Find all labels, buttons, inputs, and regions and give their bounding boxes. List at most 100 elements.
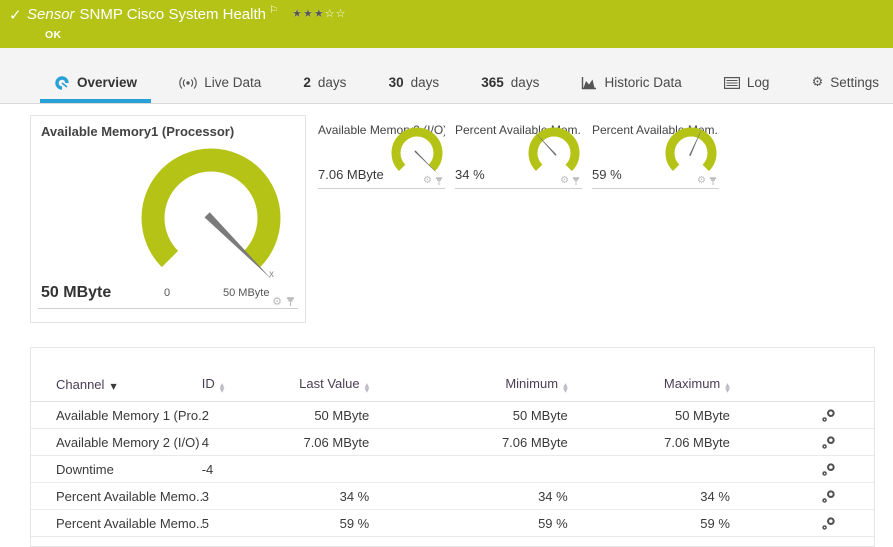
channel-id: 4 [202, 429, 291, 456]
status-badge: OK [45, 29, 61, 41]
live-data-icon [179, 76, 197, 90]
tab-historic-data[interactable]: Historic Data [567, 48, 695, 103]
channel-id: 5 [202, 510, 291, 537]
tab-label: Overview [77, 75, 137, 90]
sort-both-icon: ▲▼ [563, 383, 568, 393]
table-row: Available Memory 2 (I/O) 4 7.06 MByte 7.… [31, 429, 874, 456]
channel-name: Available Memory 1 (Pro... [31, 402, 202, 429]
tab-settings[interactable]: ⚙ Settings [798, 48, 893, 103]
tab-label: Settings [830, 75, 879, 90]
primary-gauge [131, 138, 291, 288]
priority-stars[interactable]: ★★★☆☆ [292, 8, 346, 20]
tab-bar: Overview Live Data 2 days 30 days 365 da… [0, 48, 893, 104]
minimum-value [369, 456, 567, 483]
gauge-value: 7.06 MByte [318, 167, 384, 182]
minimum-value: 50 MByte [369, 402, 567, 429]
table-row: Available Memory 1 (Pro... 2 50 MByte 50… [31, 402, 874, 429]
last-value [290, 456, 369, 483]
tile-divider [38, 308, 298, 309]
tab-label: days [511, 75, 540, 90]
tab-label: days [411, 75, 440, 90]
gear-icon: ⚙ [812, 75, 824, 90]
tab-live-data[interactable]: Live Data [165, 48, 275, 103]
edit-channel-icon[interactable] [821, 516, 836, 531]
gauge-scale-max: 50 MByte [223, 287, 269, 299]
channel-id: -4 [202, 456, 291, 483]
primary-gauge-tile: Available Memory1 (Processor) x 0 50 MBy… [30, 115, 306, 323]
column-header-id[interactable]: ID▲▼ [202, 348, 291, 402]
tab-label: Live Data [204, 75, 261, 90]
chart-icon [581, 76, 597, 90]
flag-icon: ⚐ [269, 5, 278, 16]
last-value: 59 % [290, 510, 369, 537]
gauge-tile-available-memory2: Available Memory2 (I/O) 7.06 MByte ⚙ [318, 117, 445, 189]
gauge-scale-min: 0 [164, 287, 170, 299]
gauge-value: 59 % [592, 167, 622, 182]
sort-both-icon: ▲▼ [365, 383, 370, 393]
tab-overview[interactable]: Overview [40, 48, 151, 103]
edit-channel-icon[interactable] [821, 462, 836, 477]
minimum-value: 7.06 MByte [369, 429, 567, 456]
gauge-tile-percent-memory-1: Percent Available Mem... 34 % ⚙ [455, 117, 582, 189]
status-check-icon: ✓ [9, 6, 22, 24]
channel-name: Percent Available Memo... [31, 510, 202, 537]
sort-both-icon: ▲▼ [220, 383, 225, 393]
log-icon [724, 77, 740, 89]
sort-both-icon: ▲▼ [725, 383, 730, 393]
tile-gear-icon[interactable]: ⚙ [697, 175, 706, 186]
column-header-minimum[interactable]: Minimum▲▼ [369, 348, 567, 402]
tab-label: Historic Data [604, 75, 681, 90]
edit-channel-icon[interactable] [821, 489, 836, 504]
star-empty-icons[interactable]: ☆☆ [325, 7, 347, 20]
tab-log[interactable]: Log [710, 48, 784, 103]
tile-divider [318, 188, 445, 189]
channel-id: 3 [202, 483, 291, 510]
tile-gear-icon[interactable]: ⚙ [272, 295, 282, 308]
needle-tip-marker: x [269, 269, 274, 280]
table-row: Downtime -4 [31, 456, 874, 483]
pin-icon[interactable] [435, 176, 443, 186]
tile-divider [592, 188, 719, 189]
tab-365-days[interactable]: 365 days [467, 48, 553, 103]
channel-name: Available Memory 2 (I/O) [31, 429, 202, 456]
gauge-icon [54, 75, 70, 91]
tab-30-days[interactable]: 30 days [375, 48, 454, 103]
star-filled-icons[interactable]: ★★★ [292, 7, 325, 20]
last-value: 34 % [290, 483, 369, 510]
gauge-title: Available Memory1 (Processor) [41, 124, 234, 139]
maximum-value: 34 % [568, 483, 730, 510]
tile-gear-icon[interactable]: ⚙ [423, 175, 432, 186]
edit-channel-icon[interactable] [821, 435, 836, 450]
channel-id: 2 [202, 402, 291, 429]
table-row: Percent Available Memo... 5 59 % 59 % 59… [31, 510, 874, 537]
gauge-value: 50 MByte [41, 284, 111, 302]
maximum-value [568, 456, 730, 483]
object-kind-label: Sensor [27, 6, 75, 23]
table-header-row: Channel▼ ID▲▼ Last Value▲▼ Minimum▲▼ Max… [31, 348, 874, 402]
tile-divider [455, 188, 582, 189]
pin-icon[interactable] [572, 176, 580, 186]
edit-channel-icon[interactable] [821, 408, 836, 423]
last-value: 7.06 MByte [290, 429, 369, 456]
pin-icon[interactable] [709, 176, 717, 186]
channel-name: Percent Available Memo... [31, 483, 202, 510]
channel-table: Channel▼ ID▲▼ Last Value▲▼ Minimum▲▼ Max… [31, 348, 874, 537]
column-header-maximum[interactable]: Maximum▲▼ [568, 348, 730, 402]
tab-2-days[interactable]: 2 days [289, 48, 360, 103]
maximum-value: 50 MByte [568, 402, 730, 429]
sensor-header: ✓ SensorSNMP Cisco System Health⚐ ★★★☆☆ … [0, 0, 893, 48]
sort-desc-icon: ▼ [110, 382, 116, 391]
tab-label: Log [747, 75, 770, 90]
column-header-channel[interactable]: Channel▼ [31, 348, 202, 402]
pin-icon[interactable] [286, 296, 295, 307]
last-value: 50 MByte [290, 402, 369, 429]
tab-label: days [318, 75, 347, 90]
channel-name: Downtime [31, 456, 202, 483]
gauge-value: 34 % [455, 167, 485, 182]
minimum-value: 34 % [369, 483, 567, 510]
maximum-value: 59 % [568, 510, 730, 537]
maximum-value: 7.06 MByte [568, 429, 730, 456]
page-title: SensorSNMP Cisco System Health⚐ ★★★☆☆ [27, 5, 346, 23]
tile-gear-icon[interactable]: ⚙ [560, 175, 569, 186]
column-header-last-value[interactable]: Last Value▲▼ [290, 348, 369, 402]
